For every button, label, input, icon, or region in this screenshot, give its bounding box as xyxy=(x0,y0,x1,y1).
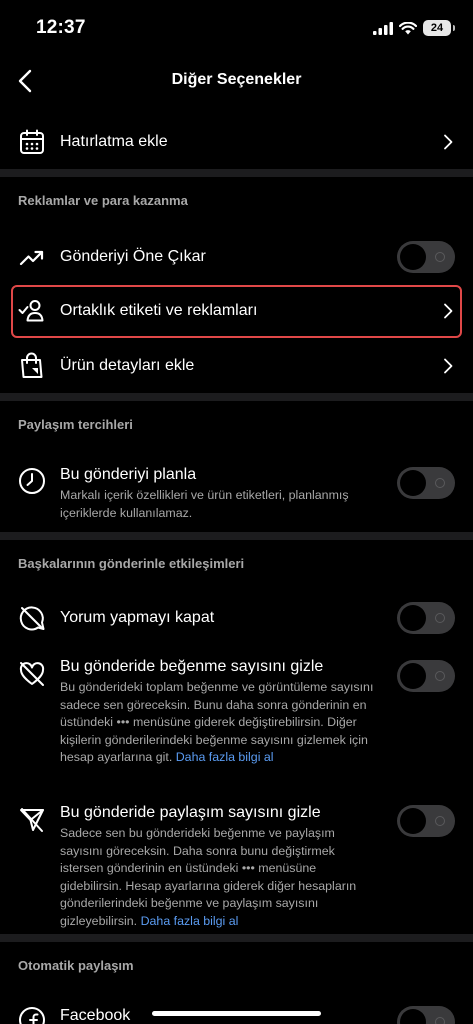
turn-off-comments-toggle[interactable] xyxy=(397,602,455,634)
boost-post-label: Gönderiyi Öne Çıkar xyxy=(60,248,206,265)
signal-icon xyxy=(373,21,393,35)
hide-shares-description-text: Sadece sen bu gönderideki beğenme ve pay… xyxy=(60,826,357,928)
hide-shares-row[interactable]: Bu gönderide paylaşım sayısını gizle Sad… xyxy=(0,796,473,928)
toggle-off-indicator xyxy=(435,671,445,681)
schedule-post-title: Bu gönderiyi planla xyxy=(60,466,197,483)
toggle-knob xyxy=(400,605,426,631)
shopping-bag-icon xyxy=(18,352,46,380)
reminder-row[interactable]: Hatırlatma ekle xyxy=(0,118,473,166)
toggle-knob xyxy=(400,663,426,689)
toggle-knob xyxy=(400,808,426,834)
section-divider xyxy=(0,393,473,401)
facebook-label: Facebook xyxy=(60,1007,131,1024)
toggle-knob xyxy=(400,1009,426,1024)
product-details-label: Ürün detayları ekle xyxy=(60,357,195,374)
toggle-off-indicator xyxy=(435,613,445,623)
facebook-icon xyxy=(18,1006,46,1024)
status-time: 12:37 xyxy=(36,17,86,38)
section-divider xyxy=(0,532,473,540)
schedule-post-row[interactable]: Bu gönderiyi planla Markalı içerik özell… xyxy=(0,455,473,525)
chevron-right-icon xyxy=(441,132,455,152)
toggle-off-indicator xyxy=(435,1017,445,1024)
status-bar: 12:37 24 xyxy=(0,0,473,56)
battery-level: 24 xyxy=(430,22,444,34)
toggle-off-indicator xyxy=(435,252,445,262)
product-details-row[interactable]: Ürün detayları ekle xyxy=(0,342,473,390)
toggle-off-indicator xyxy=(435,816,445,826)
hide-shares-toggle[interactable] xyxy=(397,805,455,837)
hide-likes-row[interactable]: Bu gönderide beğenme sayısını gizle Bu g… xyxy=(0,650,473,780)
hide-likes-learn-more-link[interactable]: Daha fazla bilgi al xyxy=(176,750,274,764)
section-divider xyxy=(0,934,473,942)
interactions-section-title: Başkalarının gönderinle etkileşimleri xyxy=(18,556,245,571)
toggle-knob xyxy=(400,244,426,270)
hide-likes-toggle[interactable] xyxy=(397,660,455,692)
hide-shares-learn-more-link[interactable]: Daha fazla bilgi al xyxy=(141,914,239,928)
turn-off-comments-row[interactable]: Yorum yapmayı kapat xyxy=(0,594,473,642)
ads-section-title: Reklamlar ve para kazanma xyxy=(18,193,188,208)
nav-bar: Diğer Seçenekler xyxy=(0,56,473,106)
boost-post-row[interactable]: Gönderiyi Öne Çıkar xyxy=(0,232,473,282)
section-divider xyxy=(0,169,473,177)
page-title: Diğer Seçenekler xyxy=(171,71,302,88)
hide-likes-title: Bu gönderide beğenme sayısını gizle xyxy=(60,658,324,675)
comment-off-icon xyxy=(18,604,46,632)
auto-share-section-title: Otomatik paylaşım xyxy=(18,958,134,973)
highlight-frame xyxy=(11,285,462,338)
trending-up-icon xyxy=(18,243,46,271)
clock-icon xyxy=(18,467,46,495)
hide-shares-description: Sadece sen bu gönderideki beğenme ve pay… xyxy=(60,825,380,930)
calendar-icon xyxy=(18,128,46,156)
battery-icon: 24 xyxy=(423,20,455,36)
reminder-label: Hatırlatma ekle xyxy=(60,133,168,150)
home-indicator[interactable] xyxy=(152,1011,321,1016)
sharing-section-title: Paylaşım tercihleri xyxy=(18,417,133,432)
status-icons: 24 xyxy=(373,20,455,36)
schedule-post-description: Markalı içerik özellikleri ve ürün etike… xyxy=(60,488,349,520)
facebook-toggle[interactable] xyxy=(397,1006,455,1024)
schedule-post-toggle[interactable] xyxy=(397,467,455,499)
wifi-icon xyxy=(399,21,417,34)
toggle-knob xyxy=(400,470,426,496)
chevron-right-icon xyxy=(441,356,455,376)
turn-off-comments-label: Yorum yapmayı kapat xyxy=(60,609,215,626)
share-off-icon xyxy=(18,806,46,834)
boost-post-toggle[interactable] xyxy=(397,241,455,273)
hide-shares-title: Bu gönderide paylaşım sayısını gizle xyxy=(60,804,321,821)
hide-likes-description: Bu gönderideki toplam beğenme ve görüntü… xyxy=(60,679,380,767)
toggle-off-indicator xyxy=(435,478,445,488)
heart-off-icon xyxy=(18,660,46,688)
